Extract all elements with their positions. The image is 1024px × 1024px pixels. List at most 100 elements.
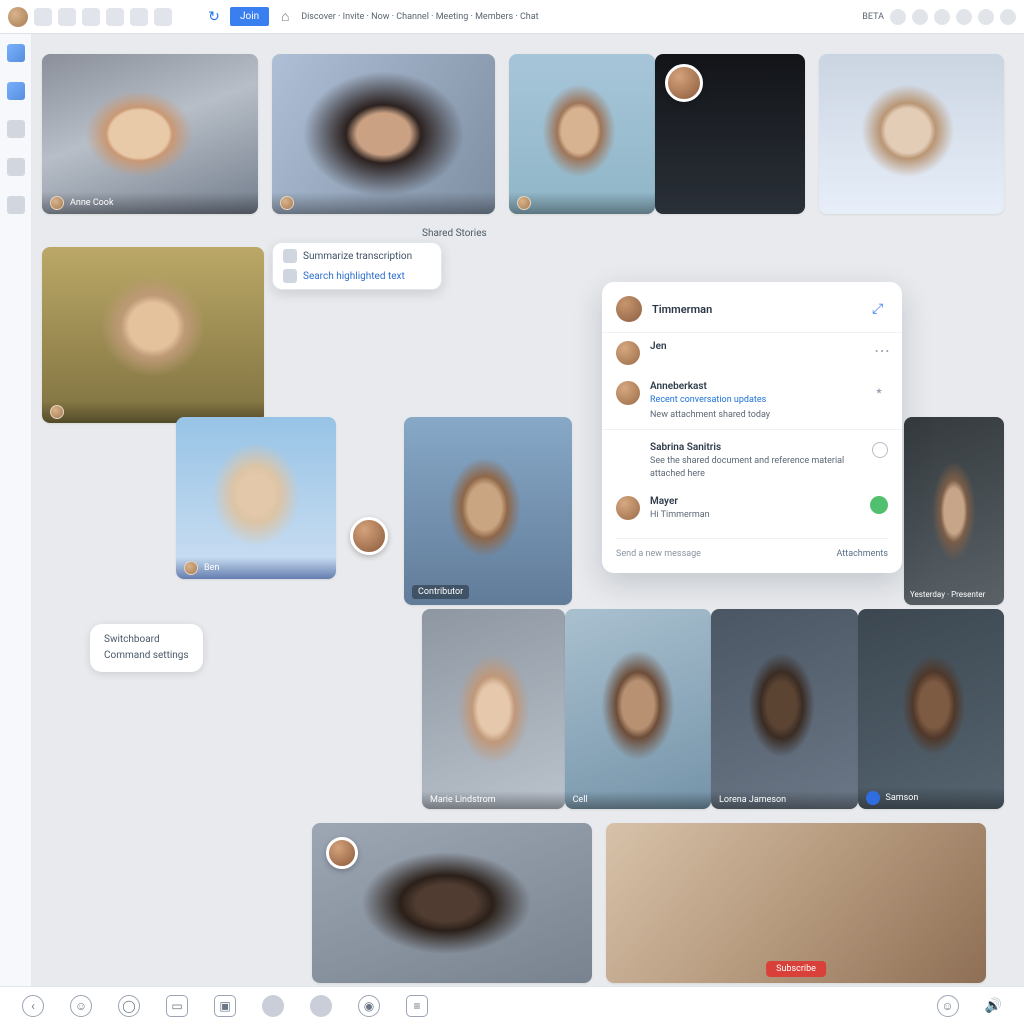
chat-message[interactable]: Jen ⋯: [602, 333, 902, 373]
chat-avatar[interactable]: [616, 296, 642, 322]
tab-icon[interactable]: [58, 8, 76, 26]
bubble-line: Switchboard: [104, 632, 189, 648]
close-icon[interactable]: [1000, 9, 1016, 25]
summarize-icon: [283, 249, 297, 263]
apps-icon[interactable]: [978, 9, 994, 25]
video-tile[interactable]: Ben: [176, 417, 336, 579]
message-sub: New attachment shared today: [650, 409, 864, 422]
face-button[interactable]: [310, 995, 332, 1017]
video-tile[interactable]: [272, 54, 495, 214]
sender-name: Mayer: [650, 496, 860, 507]
tab-icon[interactable]: [130, 8, 148, 26]
info-bubble: Switchboard Command settings: [90, 624, 203, 672]
action-tooltip[interactable]: Summarize transcription Search highlight…: [272, 242, 442, 290]
tab-icon[interactable]: [154, 8, 172, 26]
video-tile[interactable]: Samson: [858, 609, 1004, 809]
account-avatar[interactable]: [8, 7, 28, 27]
shield-button[interactable]: ◯: [118, 995, 140, 1017]
video-tile[interactable]: Marie Lindstrom: [422, 609, 565, 809]
main-content: Anne Cook Summarize transcription Search…: [32, 34, 1024, 986]
video-tile[interactable]: Yesterday · Presenter: [904, 417, 1004, 605]
subscribe-button[interactable]: Subscribe: [766, 961, 826, 977]
history-icon[interactable]: [934, 9, 950, 25]
video-tile[interactable]: Cell: [565, 609, 711, 809]
sender-name: Sabrina Sanitris: [650, 442, 862, 453]
video-tile[interactable]: Contributor: [404, 417, 572, 605]
chat-title: Timmerman: [652, 303, 862, 316]
participant-avatar: [350, 517, 388, 555]
tile-name: Lorena Jameson: [719, 795, 786, 805]
presence-dot: [50, 405, 64, 419]
tooltip-line: Search highlighted text: [303, 271, 405, 282]
tab-icon[interactable]: [106, 8, 124, 26]
app-icon[interactable]: [7, 44, 25, 62]
tile-row: Subscribe: [312, 823, 1004, 983]
search-icon: [283, 269, 297, 283]
expand-icon[interactable]: ⤢: [872, 301, 888, 317]
message-text: Hi Timmerman: [650, 509, 860, 522]
nav-icon[interactable]: [7, 120, 25, 138]
presence-dot: [280, 196, 294, 210]
nav-icon[interactable]: [7, 196, 25, 214]
video-tile[interactable]: [42, 247, 264, 423]
video-tile[interactable]: [819, 54, 1004, 214]
bubble-line: Command settings: [104, 648, 189, 664]
video-button[interactable]: ▭: [166, 995, 188, 1017]
person-button[interactable]: [262, 995, 284, 1017]
notifications-icon[interactable]: [912, 9, 928, 25]
chat-message[interactable]: Anneberkast Recent conversation updates …: [602, 373, 902, 429]
status-badge: [872, 442, 888, 458]
top-toolbar: ↻ Join ⌂ Discover · Invite · Now · Chann…: [0, 0, 1024, 34]
composer-placeholder: Send a new message: [616, 549, 701, 559]
home-icon[interactable]: ⌂: [275, 7, 295, 27]
video-tile[interactable]: Subscribe: [606, 823, 986, 983]
video-tile[interactable]: [655, 54, 806, 214]
tile-tag: Yesterday · Presenter: [910, 590, 998, 599]
video-tile[interactable]: Lorena Jameson: [711, 609, 857, 809]
camera-button[interactable]: ◉: [358, 995, 380, 1017]
bookmark-icon[interactable]: ⋆: [874, 381, 888, 395]
tab-join[interactable]: Join: [230, 7, 269, 26]
section-heading: Shared Stories: [422, 228, 1004, 239]
message-text: See the shared document and reference ma…: [650, 455, 862, 480]
tile-row: Anne Cook: [42, 54, 1004, 214]
tile-name: Anne Cook: [70, 198, 114, 208]
settings-icon[interactable]: [890, 9, 906, 25]
feedback-button[interactable]: ☺: [937, 995, 959, 1017]
chat-button[interactable]: ☺: [70, 995, 92, 1017]
tooltip-line: Summarize transcription: [303, 251, 412, 262]
more-icon[interactable]: ⋯: [874, 341, 888, 355]
mic-icon: [866, 791, 880, 805]
tile-name: Samson: [886, 793, 919, 803]
chat-panel: Timmerman ⤢ Jen ⋯ Anneberkast Recent con…: [602, 282, 902, 573]
beta-label: BETA: [862, 12, 884, 22]
tab-icon[interactable]: [34, 8, 52, 26]
chat-composer[interactable]: Send a new message Attachments: [616, 538, 888, 559]
participant-avatar: [326, 837, 358, 869]
video-tile[interactable]: [509, 54, 655, 214]
refresh-icon[interactable]: ↻: [204, 7, 224, 27]
sender-name: Jen: [650, 341, 864, 352]
chat-message[interactable]: Sabrina Sanitris See the shared document…: [602, 429, 902, 488]
attachments-link[interactable]: Attachments: [837, 549, 888, 559]
tab-icon[interactable]: [82, 8, 100, 26]
breadcrumb: Discover · Invite · Now · Channel · Meet…: [301, 12, 538, 22]
send-fab[interactable]: [870, 496, 888, 514]
tile-badge: Contributor: [412, 585, 469, 599]
help-icon[interactable]: [956, 9, 972, 25]
nav-icon[interactable]: [7, 82, 25, 100]
list-button[interactable]: ≡: [406, 995, 428, 1017]
back-button[interactable]: ‹: [22, 995, 44, 1017]
nav-icon[interactable]: [7, 158, 25, 176]
screen-button[interactable]: ▣: [214, 995, 236, 1017]
tile-name: Cell: [573, 795, 588, 805]
video-tile[interactable]: [312, 823, 592, 983]
presence-dot: [184, 561, 198, 575]
tile-row: Marie Lindstrom Cell Lorena Jameson Sams…: [422, 609, 1004, 809]
chat-message[interactable]: Mayer Hi Timmerman: [602, 488, 902, 530]
left-sidebar: [0, 34, 32, 986]
sender-name: Anneberkast: [650, 381, 864, 392]
volume-icon[interactable]: 🔊: [985, 998, 1002, 1014]
participant-avatar: [665, 64, 703, 102]
video-tile[interactable]: Anne Cook: [42, 54, 258, 214]
